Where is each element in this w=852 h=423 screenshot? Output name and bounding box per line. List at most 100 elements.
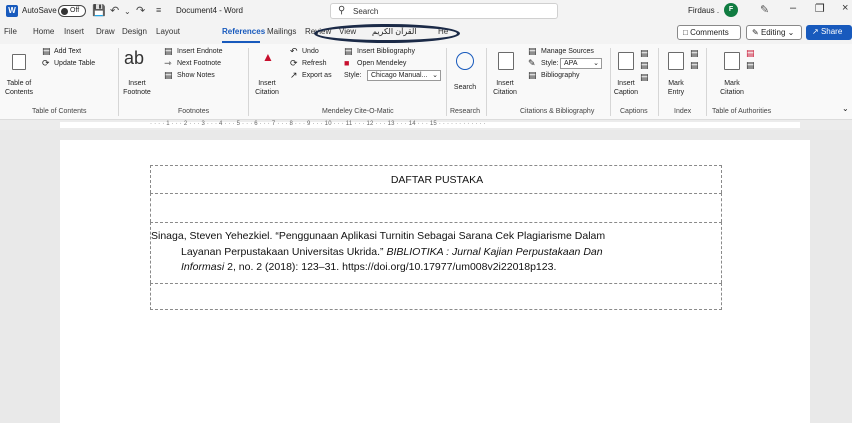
tab-layout[interactable]: Layout [156,27,180,36]
table-row[interactable] [150,193,722,222]
show-notes-button[interactable]: Show Notes [177,72,215,79]
mendeley-logo-icon: ■ [344,58,350,68]
insert-endnote-button[interactable]: Insert Endnote [177,48,223,55]
insert-bibliography-button[interactable]: Insert Bibliography [357,48,415,55]
citation-style-label: Style: [541,60,559,67]
redo-icon[interactable]: ↷ [136,4,145,17]
mendeley-undo-button[interactable]: Undo [302,48,319,55]
search-box[interactable]: ⚲ Search [330,3,558,19]
share-icon: ↗ [812,27,819,36]
toc-contents-label[interactable]: Contents [2,89,36,96]
chevron-down-icon: ⌄ [787,28,795,37]
update-table-button[interactable]: Update Table [54,60,95,67]
add-text-button[interactable]: Add Text [54,48,81,55]
insert-citation-label[interactable]: Insert [488,80,522,87]
mendeley-export-button[interactable]: Export as [302,72,332,79]
bibliography-button[interactable]: Bibliography [541,72,580,79]
separator [658,48,659,116]
minimize-icon[interactable]: – [790,2,796,14]
word-logo-icon: W [6,5,18,17]
ref-line-3: Informasi 2, no. 2 (2018): 123–31. https… [151,260,721,276]
heading-daftar-pustaka[interactable]: DAFTAR PUSTAKA [151,174,723,186]
table-row[interactable]: DAFTAR PUSTAKA [150,165,722,193]
ruler-ticks: · · · · 1 · · · 2 · · · 3 · · · 4 · · · … [150,121,486,127]
search-icon: ⚲ [338,5,346,16]
table-of-contents-icon [12,54,26,70]
mendeley-group-label: Mendeley Cite-O-Matic [322,108,394,115]
tab-draw[interactable]: Draw [96,27,115,36]
insert-footnote-label[interactable]: Insert [120,80,154,87]
citation-label[interactable]: Citation [488,89,522,96]
mendeley-citation-label[interactable]: Citation [250,89,284,96]
share-label: Share [820,27,843,36]
comment-icon: □ [683,28,688,37]
manage-sources-icon: ▤ [528,46,537,56]
mark-citation-icon [724,52,740,70]
footnote-label[interactable]: Footnote [120,89,154,96]
tab-references[interactable]: References [222,27,265,36]
mendeley-style-select[interactable]: Chicago Manual... ⌄ [367,70,441,81]
separator [446,48,447,116]
entry-label[interactable]: Entry [660,89,692,96]
autosave-toggle[interactable]: Off [58,5,86,17]
document-page[interactable]: DAFTAR PUSTAKA Sinaga, Steven Yehezkiel.… [60,140,810,423]
mendeley-insert-label[interactable]: Insert [250,80,284,87]
tab-insert[interactable]: Insert [64,27,84,36]
chevron-down-icon: ⌄ [432,72,438,79]
mark-entry-label[interactable]: Mark [660,80,692,87]
customize-toolbar-icon[interactable]: ≡ [156,5,161,15]
tab-design[interactable]: Design [122,27,147,36]
mendeley-refresh-button[interactable]: Refresh [302,60,327,67]
insert-index-icon: ▤ [690,48,699,58]
separator [706,48,707,116]
research-search-icon[interactable] [456,52,474,70]
ref-line-3-plain: 2, no. 2 (2018): 123–31. https://doi.org… [224,261,557,273]
toc-label[interactable]: Table of [2,80,36,87]
mendeley-insert-citation-icon: ▲ [262,50,274,64]
table-row[interactable]: Sinaga, Steven Yehezkiel. “Penggunaan Ap… [150,222,722,283]
chevron-down-icon: ⌄ [593,60,599,67]
close-icon[interactable]: × [842,2,848,14]
bibliography-entry[interactable]: Sinaga, Steven Yehezkiel. “Penggunaan Ap… [151,229,721,276]
undo-icon[interactable]: ↶ [110,4,119,17]
insert-bibliography-icon: ▤ [344,46,353,56]
user-name[interactable]: Firdaus . [688,6,719,15]
comments-label: Comments [690,28,729,37]
research-search-button[interactable]: Search [448,84,482,91]
footnotes-group-label: Footnotes [178,108,210,115]
undo-dropdown-icon[interactable]: ⌄ [124,7,131,16]
show-notes-icon: ▤ [164,70,173,80]
insert-authorities-icon: ▤ [746,48,755,58]
bibliography-icon: ▤ [528,70,537,80]
pen-icon[interactable]: ✎ [760,3,769,16]
toggle-knob-icon [61,8,68,15]
next-footnote-button[interactable]: Next Footnote [177,60,221,67]
update-table-icon: ⟳ [42,58,50,68]
ref-line-1: Sinaga, Steven Yehezkiel. “Penggunaan Ap… [151,230,606,242]
tab-file[interactable]: File [4,27,17,36]
tab-home[interactable]: Home [33,27,54,36]
insert-caption-icon [618,52,634,70]
tab-mailings[interactable]: Mailings [267,27,296,36]
avatar[interactable]: F [724,3,738,17]
manage-sources-button[interactable]: Manage Sources [541,48,594,55]
save-icon[interactable]: 💾 [92,4,106,17]
collapse-ribbon-icon[interactable]: ⌄ [842,104,849,113]
edit-pencil-icon: ✎ [752,28,759,37]
mendeley-style-value: Chicago Manual... [371,72,428,79]
citation-style-value: APA [564,60,578,67]
editing-button[interactable]: ✎ Editing ⌄ [746,25,802,40]
table-row[interactable] [150,283,722,310]
share-button[interactable]: ↗ Share [806,25,852,40]
highlight-oval [314,24,460,43]
ref-journal-title-cont: Informasi [181,261,225,273]
update-figures-icon: ▤ [640,60,649,70]
caption-label[interactable]: Caption [610,89,642,96]
open-mendeley-button[interactable]: Open Mendeley [357,60,406,67]
citation-label[interactable]: Citation [714,89,750,96]
restore-icon[interactable]: ❐ [815,2,825,15]
citation-style-select[interactable]: APA ⌄ [560,58,602,69]
comments-button[interactable]: □ Comments [677,25,741,40]
mark-citation-label[interactable]: Mark [714,80,750,87]
insert-caption-label[interactable]: Insert [610,80,642,87]
